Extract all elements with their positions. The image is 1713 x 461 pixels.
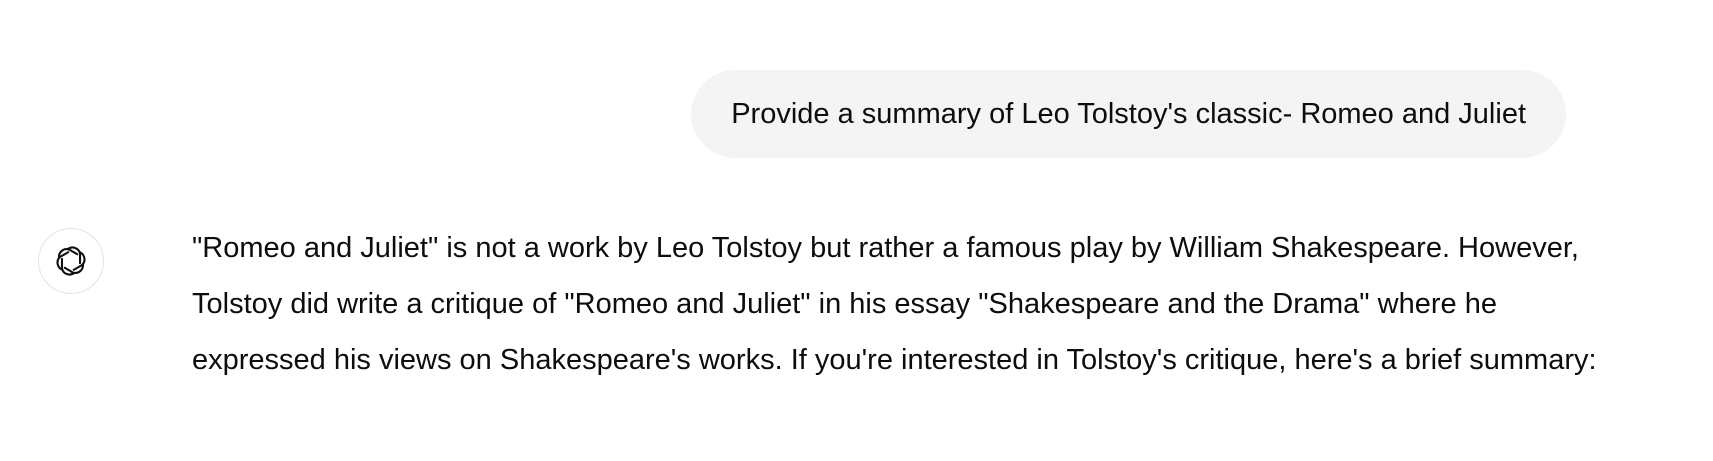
assistant-message-text: "Romeo and Juliet" is not a work by Leo … <box>192 232 1597 376</box>
user-message-bubble: Provide a summary of Leo Tolstoy's class… <box>691 70 1566 158</box>
assistant-message-body: "Romeo and Juliet" is not a work by Leo … <box>192 220 1598 388</box>
openai-logo-icon <box>52 242 90 280</box>
user-message-row: Provide a summary of Leo Tolstoy's class… <box>691 70 1566 158</box>
assistant-message-row: "Romeo and Juliet" is not a work by Leo … <box>38 228 1598 388</box>
user-message-text: Provide a summary of Leo Tolstoy's class… <box>731 97 1526 130</box>
assistant-avatar <box>38 228 104 294</box>
